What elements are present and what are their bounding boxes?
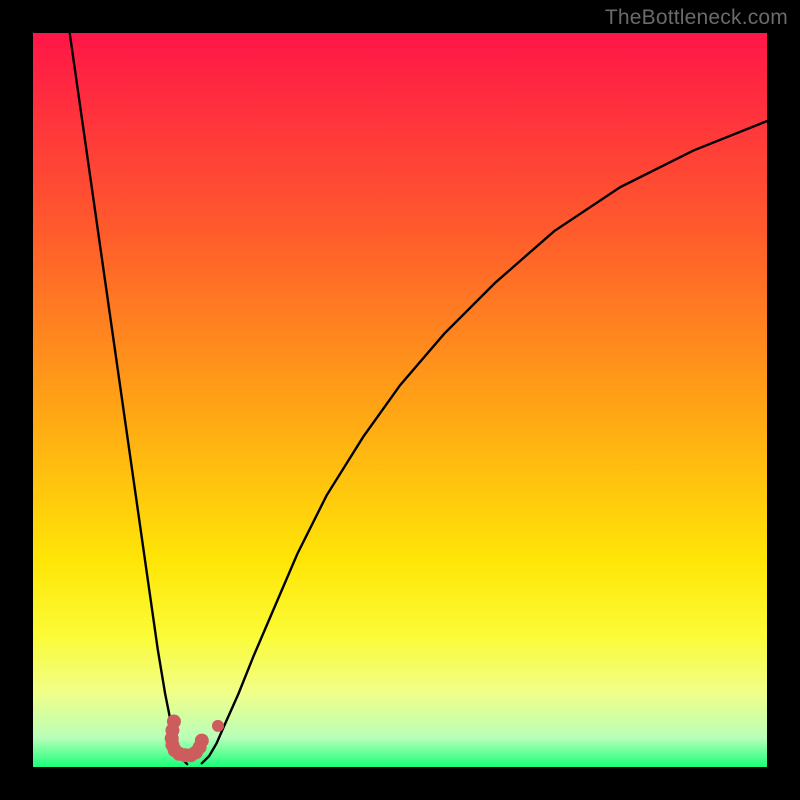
outer-frame: TheBottleneck.com	[0, 0, 800, 800]
right-curve	[202, 121, 767, 763]
plot-area	[33, 33, 767, 767]
dot-marker	[212, 720, 224, 732]
watermark-text: TheBottleneck.com	[605, 6, 788, 30]
hook-marker	[165, 714, 209, 762]
left-curve	[70, 33, 187, 764]
chart-svg	[33, 33, 767, 767]
